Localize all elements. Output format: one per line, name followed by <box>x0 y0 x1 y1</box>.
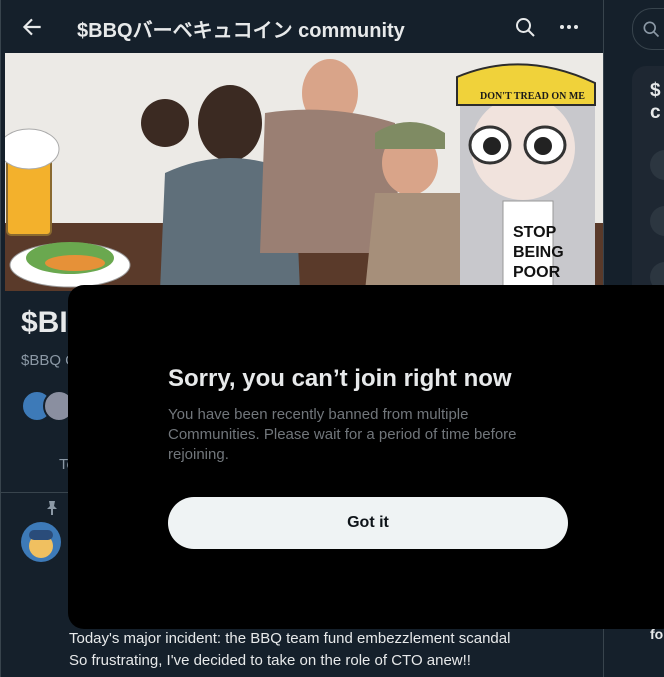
top-bar: $BBQバーベキュコイン community <box>1 0 603 53</box>
rank-badge <box>650 150 664 180</box>
cap-text: DON'T TREAD ON ME <box>480 91 585 102</box>
dialog-message: You have been recently banned from multi… <box>168 406 517 463</box>
rank-badge <box>650 206 664 236</box>
shirt-line-1: STOP <box>513 224 557 241</box>
back-arrow-icon[interactable] <box>19 14 45 40</box>
post-author-avatar[interactable] <box>21 522 61 562</box>
banner-illustration: DON'T TREAD ON ME STOP BEING POOR <box>5 53 603 291</box>
member-avatars[interactable] <box>21 390 75 422</box>
avatar-illustration <box>21 522 61 562</box>
pin-icon <box>47 501 57 515</box>
post-line: Today's major incident: the BBQ team fun… <box>69 630 511 647</box>
search-box[interactable] <box>632 8 664 50</box>
more-icon[interactable] <box>557 15 581 39</box>
search-icon <box>643 21 660 38</box>
got-it-button[interactable]: Got it <box>168 497 568 549</box>
community-name: $BI <box>21 306 68 339</box>
page-title: $BBQバーベキュコイン community <box>77 20 405 42</box>
search-icon[interactable] <box>513 15 537 39</box>
shirt-line-2: BEING <box>513 244 564 261</box>
dialog-title: Sorry, you can’t join right now <box>168 365 512 392</box>
panel-heading-2: c <box>650 102 661 123</box>
join-error-dialog: Sorry, you can’t join right now You have… <box>68 285 664 629</box>
post-body: Today's major incident: the BBQ team fun… <box>69 628 510 672</box>
shirt-line-3: POOR <box>513 264 561 281</box>
post-line: So frustrating, I've decided to take on … <box>69 652 471 669</box>
panel-heading: $ <box>650 80 661 101</box>
community-banner-image: DON'T TREAD ON ME STOP BEING POOR <box>5 53 603 291</box>
